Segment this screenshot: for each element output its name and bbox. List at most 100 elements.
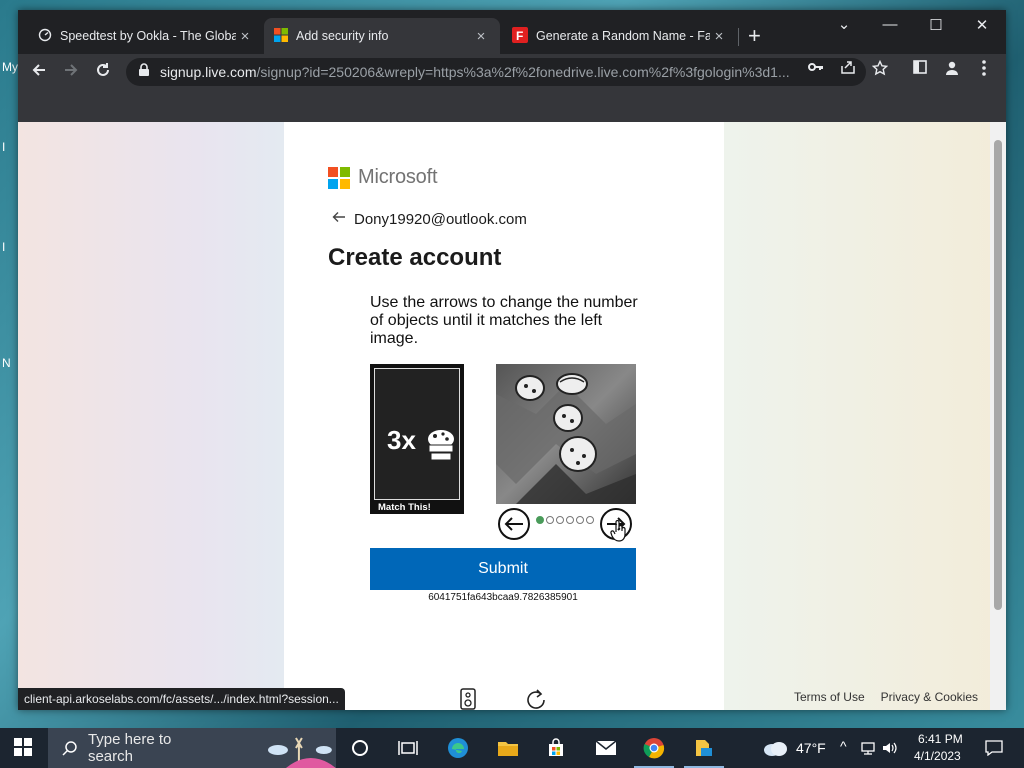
scrollbar-thumb[interactable] bbox=[994, 140, 1002, 610]
page-viewport: Microsoft Dony19920@outlook.com Create a… bbox=[18, 122, 1006, 710]
mail-icon[interactable] bbox=[592, 734, 620, 762]
back-arrow-icon bbox=[32, 64, 45, 76]
restart-challenge-icon[interactable] bbox=[524, 688, 548, 710]
tab-title: Generate a Random Name - Fak bbox=[536, 29, 710, 43]
side-panel-icon[interactable] bbox=[910, 60, 930, 78]
back-button[interactable] bbox=[26, 60, 52, 84]
speedometer-icon bbox=[38, 28, 52, 45]
microsoft-store-icon[interactable] bbox=[542, 734, 570, 762]
close-tab-icon[interactable]: × bbox=[472, 28, 490, 45]
status-bar-url: client-api.arkoselabs.com/fc/assets/.../… bbox=[18, 688, 345, 710]
back-arrow-icon[interactable] bbox=[332, 210, 346, 228]
new-tab-button[interactable]: + bbox=[748, 25, 761, 47]
tab-speedtest[interactable]: Speedtest by Ookla - The Global × bbox=[28, 18, 264, 54]
windows-logo-icon bbox=[14, 738, 32, 756]
notifications-icon[interactable] bbox=[980, 734, 1008, 762]
svg-text:F: F bbox=[516, 29, 523, 43]
edge-browser-icon[interactable] bbox=[444, 734, 472, 762]
footer-links: Terms of Use Privacy & Cookies bbox=[794, 690, 978, 704]
address-bar[interactable]: signup.live.com/signup?id=250206&wreply=… bbox=[126, 58, 866, 86]
match-inner-frame: 3x bbox=[374, 368, 460, 500]
left-arrow-icon bbox=[504, 517, 523, 531]
cake-icon bbox=[428, 430, 454, 461]
forward-arrow-icon bbox=[65, 64, 78, 76]
tab-separator bbox=[738, 28, 739, 46]
url-host: signup.live.com bbox=[160, 64, 257, 80]
bookmark-star-icon[interactable] bbox=[870, 59, 890, 78]
chrome-icon[interactable] bbox=[640, 734, 668, 762]
desktop-label-3: I bbox=[2, 240, 6, 254]
page-title: Create account bbox=[328, 244, 502, 271]
url-path: /signup?id=250206&wreply=https%3a%2f%2fo… bbox=[256, 64, 790, 80]
progress-dot bbox=[576, 516, 584, 524]
close-tab-icon[interactable]: × bbox=[236, 28, 254, 45]
progress-dot bbox=[566, 516, 574, 524]
privacy-cookies-link[interactable]: Privacy & Cookies bbox=[881, 690, 978, 704]
cortana-icon[interactable] bbox=[346, 734, 374, 762]
match-reference-image: 3x Match This! bbox=[370, 364, 464, 514]
cookie-icon bbox=[559, 436, 597, 472]
tab-search-button[interactable]: ⌄ bbox=[824, 15, 864, 33]
file-explorer-icon[interactable] bbox=[494, 734, 522, 762]
account-email: Dony19920@outlook.com bbox=[354, 210, 527, 228]
close-window-button[interactable]: ✕ bbox=[962, 16, 1002, 34]
tab-title: Speedtest by Ookla - The Global bbox=[60, 29, 236, 43]
match-label: Match This! bbox=[378, 502, 431, 513]
tab-fake-name-generator[interactable]: F Generate a Random Name - Fak × bbox=[502, 18, 738, 54]
audio-challenge-icon[interactable] bbox=[460, 688, 476, 710]
search-placeholder: Type here to search bbox=[87, 731, 172, 765]
desktop-label-1: My bbox=[2, 60, 18, 74]
key-icon[interactable] bbox=[806, 60, 826, 78]
profile-icon[interactable] bbox=[942, 60, 962, 78]
tab-strip: Speedtest by Ookla - The Global × Add se… bbox=[18, 10, 1006, 54]
microsoft-logo-icon bbox=[274, 27, 288, 45]
weather-icon[interactable] bbox=[760, 734, 790, 762]
reload-icon bbox=[97, 63, 109, 76]
menu-kebab-icon[interactable] bbox=[974, 60, 994, 78]
session-id: 6041751fa643bcaa9.7826385901 bbox=[428, 592, 578, 603]
tab-title: Add security info bbox=[296, 29, 389, 43]
progress-dot bbox=[546, 516, 554, 524]
maximize-button[interactable]: ☐ bbox=[916, 16, 956, 34]
back-to-email[interactable]: Dony19920@outlook.com bbox=[332, 210, 527, 228]
progress-dot bbox=[586, 516, 594, 524]
start-button[interactable] bbox=[14, 738, 32, 761]
desktop-label-4: N bbox=[2, 356, 11, 370]
cookie-icon bbox=[553, 404, 583, 432]
bookmarks-bar bbox=[18, 90, 1006, 122]
microsoft-logo: Microsoft bbox=[328, 166, 438, 189]
submit-button[interactable]: Submit bbox=[370, 548, 636, 590]
search-icon bbox=[62, 741, 77, 756]
signup-card: Microsoft Dony19920@outlook.com Create a… bbox=[284, 122, 724, 710]
terms-of-use-link[interactable]: Terms of Use bbox=[794, 690, 865, 704]
taskbar-search[interactable]: Type here to search bbox=[48, 728, 336, 768]
forward-button[interactable] bbox=[58, 60, 84, 84]
brand-name: Microsoft bbox=[358, 166, 438, 188]
reload-button[interactable] bbox=[90, 60, 116, 84]
desktop-label-2: I bbox=[2, 140, 6, 154]
clock-date[interactable]: 4/1/2023 bbox=[914, 749, 961, 763]
hand-cursor-icon bbox=[610, 520, 626, 542]
chevron-up-icon[interactable]: ^ bbox=[840, 738, 847, 754]
taskbar: Type here to search 47°F ^ 6:41 PM 4/1/2… bbox=[0, 728, 1024, 768]
fakename-logo-icon: F bbox=[512, 26, 528, 46]
network-icon[interactable] bbox=[858, 734, 878, 762]
close-tab-icon[interactable]: × bbox=[710, 28, 728, 45]
lock-icon[interactable] bbox=[138, 62, 152, 82]
cookie-icon bbox=[515, 375, 545, 401]
page-scrollbar[interactable] bbox=[990, 122, 1006, 710]
clock-time[interactable]: 6:41 PM bbox=[918, 732, 963, 746]
browser-window: Speedtest by Ookla - The Global × Add se… bbox=[18, 10, 1006, 710]
previous-arrow-button[interactable] bbox=[498, 508, 530, 540]
cake-icon bbox=[556, 373, 588, 395]
weather-temperature[interactable]: 47°F bbox=[796, 740, 826, 756]
volume-icon[interactable] bbox=[880, 734, 900, 762]
file-manager-icon[interactable] bbox=[690, 734, 718, 762]
minimize-button[interactable]: — bbox=[870, 16, 910, 33]
microsoft-logo-icon bbox=[328, 166, 350, 189]
progress-dot bbox=[556, 516, 564, 524]
progress-dot bbox=[536, 516, 544, 524]
tab-add-security-info[interactable]: Add security info × bbox=[264, 18, 500, 54]
task-view-icon[interactable] bbox=[394, 734, 422, 762]
share-icon[interactable] bbox=[838, 60, 858, 78]
